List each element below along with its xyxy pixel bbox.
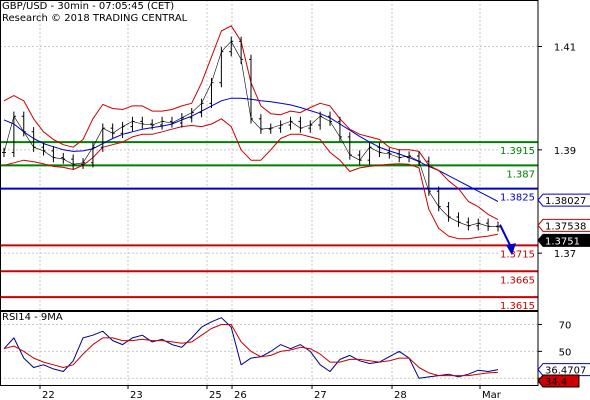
bollinger-lower-line bbox=[3, 118, 499, 240]
rsi-series bbox=[3, 317, 499, 379]
price-series bbox=[2, 25, 500, 240]
level-label: 1.3715 bbox=[500, 249, 535, 260]
x-tick-label: 27 bbox=[314, 390, 327, 400]
badge-label: 1.37538 bbox=[545, 221, 586, 232]
axes: 222325262728Mar1.371.391.41305070 bbox=[0, 0, 576, 400]
chart-title: GBP/USD - 30min - 07:05:45 (CET) bbox=[2, 1, 175, 12]
x-tick-label: Mar bbox=[482, 390, 502, 400]
x-tick-label: 25 bbox=[209, 390, 222, 400]
x-tick-label: 22 bbox=[42, 390, 55, 400]
value-badge: 1.3751 bbox=[537, 233, 590, 247]
value-badge: 34.4 bbox=[537, 374, 580, 388]
value-badge: 1.38027 bbox=[537, 193, 590, 207]
value-badge: 1.37538 bbox=[537, 218, 590, 232]
level-label: 1.3915 bbox=[500, 146, 535, 157]
rsi-title: RSI14 - 9MA bbox=[2, 312, 63, 323]
level-label: 1.3825 bbox=[500, 193, 535, 204]
y-tick-label: 1.37 bbox=[554, 249, 576, 260]
y-tick-label: 70 bbox=[559, 320, 572, 331]
badge-label: 34.4 bbox=[545, 377, 567, 388]
main-grid bbox=[0, 0, 538, 310]
x-tick-label: 26 bbox=[234, 390, 247, 400]
badge-label: 1.38027 bbox=[545, 196, 586, 207]
level-label: 1.387 bbox=[506, 169, 535, 180]
chart-canvas: 1.39151.3871.38251.37151.36651.3615 22 23… bbox=[0, 0, 590, 400]
rsi-panel-frame bbox=[0, 311, 539, 386]
rsi-line bbox=[3, 317, 499, 379]
level-label: 1.3665 bbox=[500, 275, 535, 286]
y-tick-label: 1.41 bbox=[554, 43, 576, 54]
x-tick-label: 23 bbox=[130, 390, 143, 400]
chart-subtitle: Research © 2018 TRADING CENTRAL bbox=[2, 13, 188, 24]
y-tick-label: 50 bbox=[559, 347, 572, 358]
rsi-grid bbox=[0, 311, 538, 385]
price-levels: 1.39151.3871.38251.37151.36651.3615 bbox=[0, 141, 538, 312]
badge-label: 1.3751 bbox=[545, 236, 580, 247]
x-tick-label: 28 bbox=[394, 390, 407, 400]
value-badges: 1.380271.375381.375136.470734.4 bbox=[537, 193, 590, 388]
y-tick-label: 1.39 bbox=[554, 146, 576, 157]
arrow-shaft bbox=[499, 224, 512, 248]
